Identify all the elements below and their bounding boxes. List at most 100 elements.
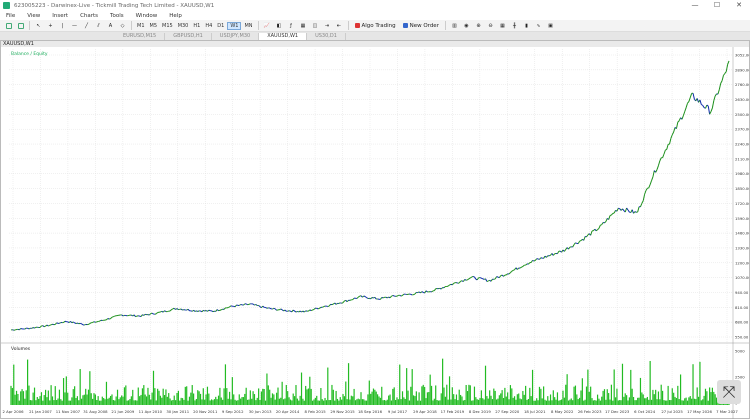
zoom-icon[interactable]: ⤧ [717, 380, 741, 404]
timeframe-m1[interactable]: M1 [135, 23, 147, 29]
equity-segment [512, 269, 515, 271]
shift-icon[interactable]: ⇤ [334, 21, 345, 30]
menu-charts[interactable]: Charts [74, 13, 104, 19]
equity-segment [692, 93, 695, 100]
cursor-icon[interactable]: ↖ [33, 21, 44, 30]
date-label: 21 Jun 2009 [111, 409, 134, 414]
equity-segment [721, 75, 724, 81]
zoom-out-icon[interactable]: ⊖ [485, 21, 496, 30]
one-click-icon[interactable]: ◉ [461, 21, 472, 30]
line-chart-icon[interactable]: ∿ [533, 21, 544, 30]
equity-segment [425, 290, 428, 293]
templates-icon[interactable]: ▦ [298, 21, 309, 30]
equity-segment [148, 313, 152, 316]
tab-chart-5[interactable]: US30,D1 [307, 32, 346, 40]
date-label: 31 Aug 2008 [83, 409, 108, 414]
autoscroll-icon[interactable]: ⇥ [322, 21, 333, 30]
new-order-button[interactable]: New Order [400, 23, 442, 29]
toolbar-separator [29, 21, 30, 30]
new-chart-icon[interactable] [3, 21, 14, 30]
equity-segment [18, 328, 22, 331]
timeframe-d1[interactable]: D1 [215, 23, 226, 29]
equity-segment [684, 107, 687, 112]
equity-segment [498, 275, 502, 278]
minimize-button[interactable]: — [684, 0, 706, 11]
price-label: 1590.00 [735, 216, 749, 221]
menu-tools[interactable]: Tools [104, 13, 130, 19]
shapes-icon[interactable]: ◇ [117, 21, 128, 30]
tab-chart-1[interactable]: EURUSD,M15 [115, 32, 166, 40]
equity-segment [622, 208, 625, 211]
equity-segment [706, 104, 709, 107]
algo-trading-button[interactable]: Algo Trading [352, 23, 399, 29]
crosshair-icon[interactable]: + [45, 21, 56, 30]
tile-windows-icon[interactable]: ▦ [497, 21, 508, 30]
equity-segment [440, 287, 443, 290]
equity-segment [659, 157, 662, 162]
color-icon[interactable]: ◧ [274, 21, 285, 30]
timeframe-h4[interactable]: H4 [203, 23, 214, 29]
price-label: 2110.00 [735, 156, 749, 161]
indicators-icon[interactable]: ƒ [286, 21, 297, 30]
equity-segment [323, 305, 326, 308]
equity-segment [32, 327, 35, 329]
price-label: 2500.00 [735, 112, 749, 117]
equity-segment [669, 138, 672, 145]
chart-window[interactable]: XAUUSD,W1 Balance / EquityVolumes3052.00… [0, 40, 750, 419]
trendline-icon[interactable]: ╱ [81, 21, 92, 30]
tab-chart-2[interactable]: GBPUSD,H1 [165, 32, 212, 40]
menu-insert[interactable]: Insert [46, 13, 74, 19]
vertical-line-icon[interactable]: | [57, 21, 68, 30]
equity-segment [295, 311, 298, 313]
equity-segment [655, 169, 658, 173]
menu-help[interactable]: Help [163, 13, 188, 19]
timeframe-m30[interactable]: M30 [176, 23, 191, 29]
close-button[interactable]: ✕ [728, 0, 750, 11]
objects-icon[interactable]: ◫ [310, 21, 321, 30]
date-label: 17 Feb 2019 [441, 409, 465, 414]
timeframe-h1[interactable]: H1 [191, 23, 202, 29]
profiles-icon[interactable] [15, 21, 26, 30]
screenshot-icon[interactable]: ▣ [545, 21, 556, 30]
equity-segment [600, 224, 602, 226]
equity-segment [317, 307, 320, 310]
equity-segment [597, 227, 600, 230]
tab-chart-3[interactable]: USDJPY,M30 [212, 32, 260, 40]
text-icon[interactable]: A [105, 21, 116, 30]
equity-segment [539, 257, 542, 260]
equity-segment [346, 299, 349, 303]
candles-icon[interactable]: ▮ [521, 21, 532, 30]
equity-segment [197, 310, 200, 312]
equity-segment [379, 297, 383, 300]
equity-segment [685, 103, 688, 108]
legend-text: Balance / Equity [11, 51, 48, 57]
chart-type-icon[interactable]: 📈 [262, 21, 273, 30]
depth-of-market-icon[interactable]: ▥ [449, 21, 460, 30]
equity-segment [219, 309, 222, 311]
date-label: 20 Nov 2011 [193, 409, 218, 414]
equity-segment [95, 321, 97, 323]
menu-view[interactable]: View [21, 13, 46, 19]
timeframe-w1[interactable]: W1 [227, 21, 242, 30]
timeframe-mn[interactable]: MN [242, 23, 254, 29]
equity-segment [48, 324, 50, 327]
timeframe-m15[interactable]: M15 [160, 23, 175, 29]
equity-segment [590, 230, 593, 236]
equity-segment [608, 215, 611, 220]
equity-segment [46, 324, 49, 327]
price-label: 810.00 [735, 305, 749, 310]
equity-segment [464, 278, 467, 281]
timeframe-m5[interactable]: M5 [148, 23, 160, 29]
equity-segment [682, 111, 686, 116]
channel-icon[interactable]: ⫽ [93, 21, 104, 30]
tab-chart-4[interactable]: XAUUSD,W1 [259, 32, 308, 40]
menu-window[interactable]: Window [130, 13, 164, 19]
bar-chart-icon[interactable]: ╫ [509, 21, 520, 30]
horizontal-line-icon[interactable]: — [69, 21, 80, 30]
chart-canvas[interactable]: Balance / Equity Volumes 3052.00 2890.00 276… [1, 47, 749, 419]
menu-file[interactable]: File [0, 13, 21, 19]
equity-segment [705, 104, 708, 109]
maximize-button[interactable]: ☐ [706, 0, 728, 11]
zoom-in-icon[interactable]: ⊕ [473, 21, 484, 30]
equity-segment [392, 294, 395, 297]
